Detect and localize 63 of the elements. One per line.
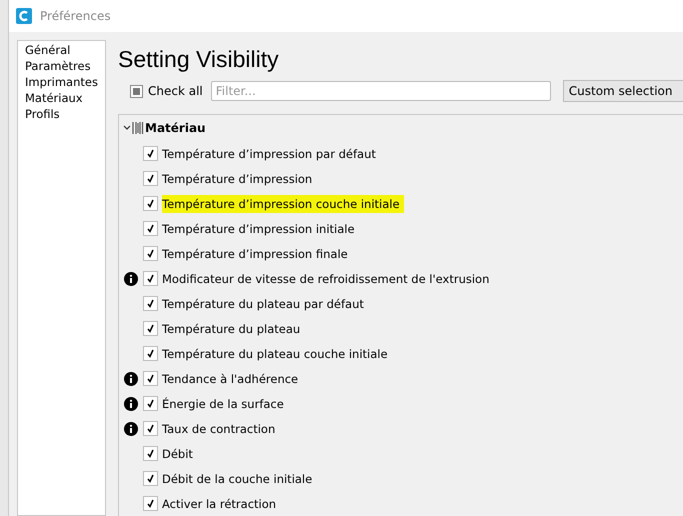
setting-checkbox[interactable] <box>143 321 158 336</box>
check-icon <box>146 474 155 483</box>
check-icon <box>146 424 155 433</box>
setting-checkbox[interactable] <box>143 221 158 236</box>
setting-label: Température d’impression initiale <box>162 220 356 238</box>
check-icon <box>146 274 155 283</box>
setting-checkbox[interactable] <box>143 146 158 161</box>
chevron-icon[interactable] <box>123 124 131 132</box>
category-label: Matériau <box>145 121 206 135</box>
setting-checkbox[interactable] <box>143 296 158 311</box>
material-icon <box>132 121 144 135</box>
setting-label: Température du plateau par défaut <box>162 296 365 312</box>
page-title: Setting Visibility <box>118 45 280 73</box>
setting-label: Débit <box>162 446 194 462</box>
setting-checkbox[interactable] <box>143 396 158 411</box>
sidebar-item[interactable]: Profils <box>25 106 105 122</box>
setting-label: Température du plateau couche initiale <box>162 346 389 362</box>
setting-checkbox[interactable] <box>143 446 158 461</box>
check-all-checkbox[interactable]: Check all <box>130 84 203 98</box>
setting-checkbox[interactable] <box>143 346 158 361</box>
sidebar-item[interactable]: Imprimantes <box>25 74 105 90</box>
sidebar-item[interactable]: Général <box>25 42 105 58</box>
setting-checkbox[interactable] <box>143 371 158 386</box>
setting-label: Température du plateau <box>162 320 302 338</box>
window-title: Préférences <box>40 9 111 23</box>
check-icon <box>146 374 155 383</box>
check-icon <box>146 349 155 358</box>
setting-label: Énergie de la surface <box>162 396 285 412</box>
setting-checkbox[interactable] <box>143 496 158 511</box>
setting-checkbox[interactable] <box>143 271 158 286</box>
info-icon[interactable] <box>124 372 138 386</box>
check-icon <box>146 174 155 183</box>
preset-dropdown[interactable]: Custom selection <box>562 80 683 102</box>
setting-checkbox[interactable] <box>143 421 158 436</box>
check-icon <box>146 449 155 458</box>
check-icon <box>146 149 155 158</box>
check-icon <box>146 499 155 508</box>
setting-label: Température d’impression par défaut <box>162 146 377 162</box>
app-logo-icon <box>16 8 32 24</box>
setting-label: Température d’impression <box>162 170 314 188</box>
setting-label: Modificateur de vitesse de refroidissement de l'extrusion <box>162 270 490 288</box>
setting-checkbox[interactable] <box>143 196 158 211</box>
check-icon <box>146 249 155 258</box>
check-icon <box>146 324 155 333</box>
info-icon[interactable] <box>124 422 138 436</box>
setting-label: Débit de la couche initiale <box>162 470 314 488</box>
check-icon <box>146 299 155 308</box>
setting-label: Activer la rétraction <box>162 496 278 512</box>
check-icon <box>146 224 155 233</box>
sidebar-item[interactable]: Matériaux <box>25 90 105 106</box>
info-icon[interactable] <box>124 396 138 410</box>
setting-checkbox[interactable] <box>143 471 158 486</box>
setting-label: Température d’impression couche initiale <box>162 194 404 212</box>
filter-field[interactable]: Filter... <box>210 81 551 101</box>
setting-label: Tendance à l'adhérence <box>162 370 300 388</box>
setting-label: Température d’impression finale <box>162 246 349 262</box>
setting-checkbox[interactable] <box>143 171 158 186</box>
check-icon <box>146 199 155 208</box>
info-icon[interactable] <box>124 272 138 286</box>
sidebar-item[interactable]: Paramètres <box>25 58 105 74</box>
setting-checkbox[interactable] <box>143 246 158 261</box>
check-icon <box>146 399 155 408</box>
setting-label: Taux de contraction <box>162 420 276 438</box>
